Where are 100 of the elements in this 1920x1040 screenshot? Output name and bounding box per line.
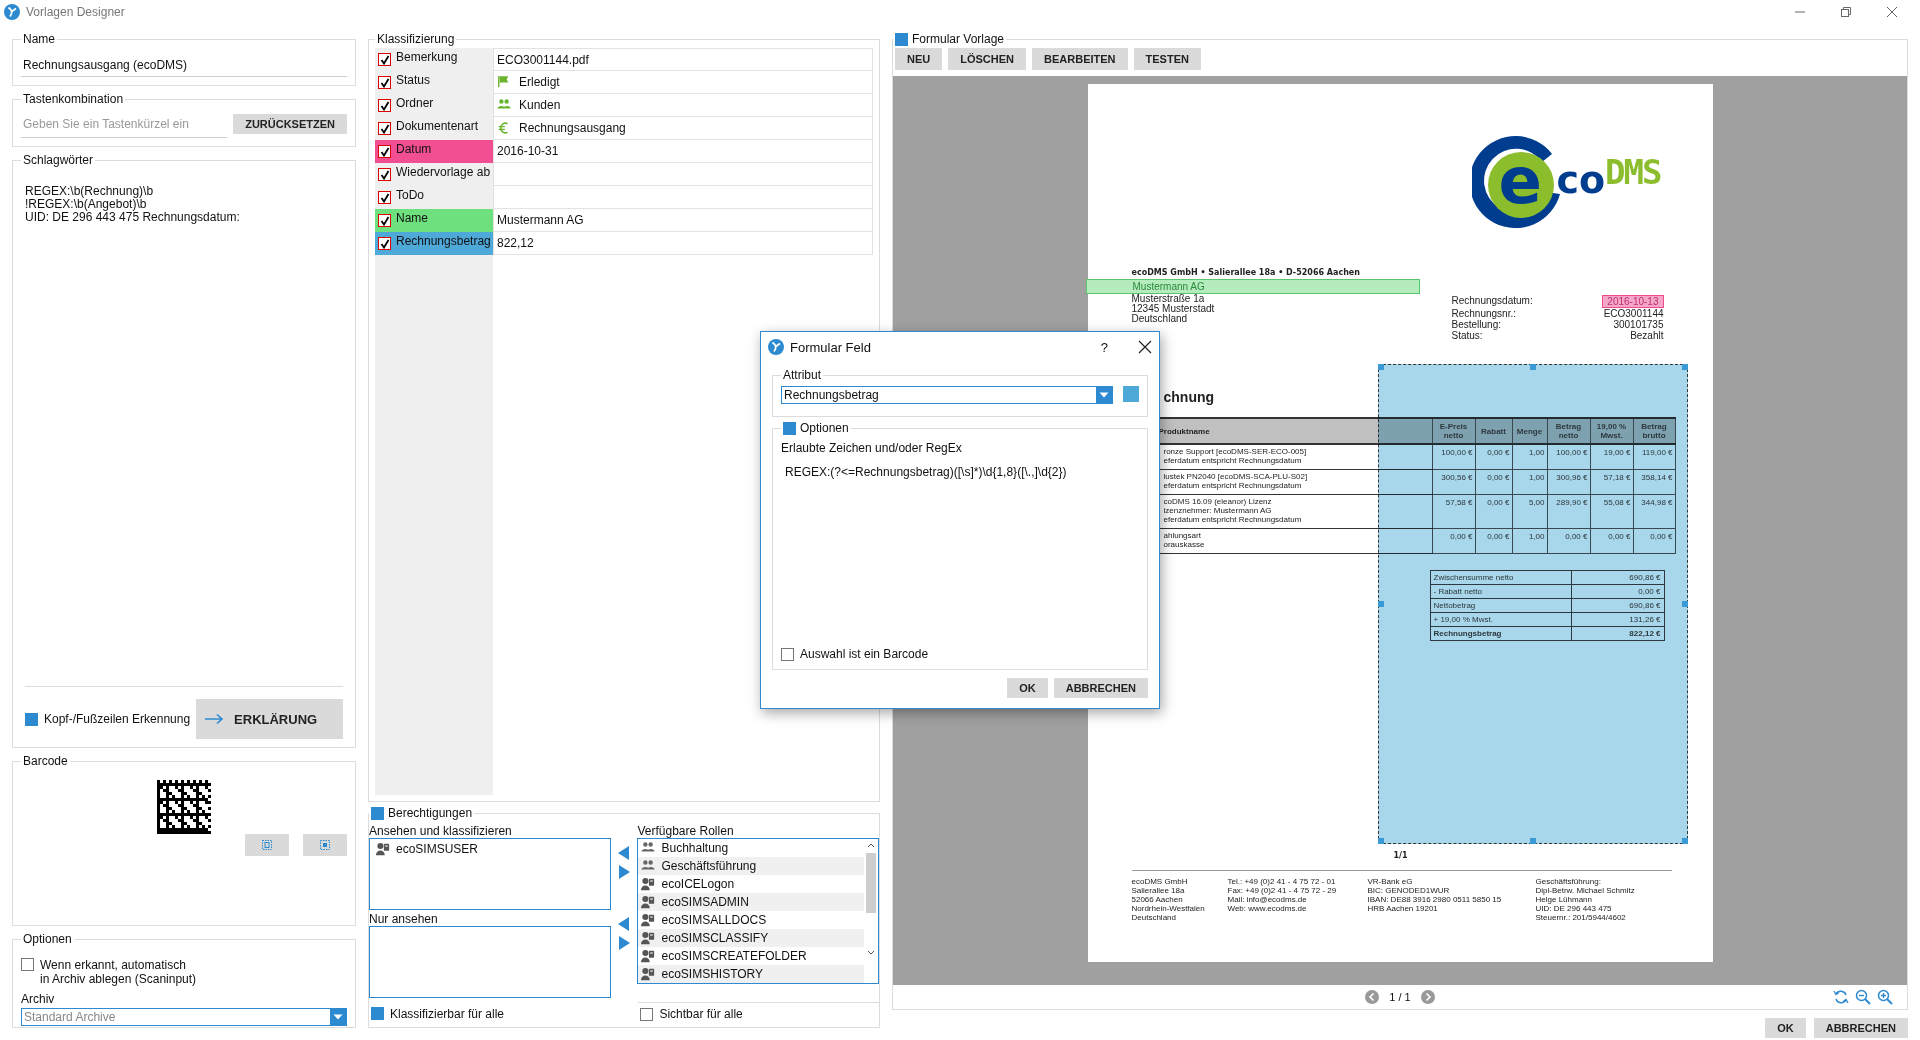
field-value[interactable]: ECO3001144.pdf [497,52,589,67]
checkbox[interactable] [21,958,34,971]
field-value[interactable]: 822,12 [497,236,534,250]
user-badge-icon [376,842,390,856]
copy-button[interactable] [245,834,289,856]
cancel-button[interactable]: ABBRECHEN [1053,678,1148,698]
checkbox[interactable] [371,1007,384,1020]
right-triangle-icon[interactable] [618,936,630,950]
close-icon[interactable] [1138,340,1152,354]
color-swatch[interactable] [1123,386,1139,402]
ok-button[interactable]: OK [1765,1018,1806,1038]
list-item[interactable]: ecoSIMSCLASSIFY [638,929,864,947]
left-triangle-icon[interactable] [618,846,630,860]
explain-button[interactable]: ERKLÄRUNG [196,699,343,739]
attribute-dropdown[interactable]: Rechnungsbetrag [781,386,1113,404]
user-badge-icon [641,877,656,891]
zoom-out-icon[interactable] [1855,989,1871,1005]
page-number: 1/1 [1393,851,1409,860]
field-value[interactable] [493,163,873,186]
list-label: Nur ansehen [369,912,439,926]
user-badge-icon [641,949,656,963]
people-icon [641,859,656,873]
name-field[interactable]: Rechnungsausgang (ecoDMS) [21,50,347,77]
previous-page-icon[interactable] [1365,990,1380,1004]
logo-text: e [1498,146,1542,216]
list-item[interactable]: ecoSIMSUSER [373,840,607,858]
checkbox[interactable] [371,806,384,820]
regex-field[interactable]: REGEX:(?<=Rechnungsbetrag)([\s]*)\d{1,8}([\.,]\d{2}) [781,465,1139,647]
checkbox[interactable] [378,145,391,158]
table-cell-text: orauskasse [1163,540,1206,549]
checkbox[interactable] [640,1007,654,1021]
info-label: Rechnungsdatum: [1451,295,1533,308]
toolbar-button[interactable]: LÖSCHEN [948,48,1026,70]
checkbox[interactable] [378,99,391,112]
list-item[interactable]: ecoSIMSADMIN [638,893,864,911]
list-item[interactable]: Buchhaltung [638,839,864,857]
checkbox[interactable] [378,53,391,66]
checkbox[interactable] [378,237,391,250]
field-label: Erlaubte Zeichen und/oder RegEx [781,441,963,455]
help-button[interactable]: ? [1100,339,1108,355]
checkbox[interactable] [378,76,391,89]
keywords-field[interactable]: REGEX:\b(Rechnung)\b !REGEX:\b(Angebot)\b UID: DE 296 443 475 Rechnungsdatum: [21,171,347,686]
toolbar-button[interactable]: BEARBEITEN [1032,48,1128,70]
cancel-button[interactable]: ABBRECHEN [1813,1018,1908,1038]
checkbox[interactable] [783,421,796,435]
checkbox[interactable] [25,712,38,726]
ok-button[interactable]: OK [1007,678,1048,698]
dialog-title: Formular Feld [790,339,872,355]
role-list[interactable] [369,926,611,998]
field-label: Archiv [21,992,56,1006]
restore-icon[interactable] [1840,6,1852,18]
checkbox-label: Sichtbar für alle [659,1007,743,1021]
checkbox[interactable] [781,647,794,661]
checkbox[interactable] [895,32,908,46]
save-button[interactable] [303,834,347,856]
field-value[interactable]: Mustermann AG [497,213,584,227]
next-page-icon[interactable] [1420,990,1435,1004]
role-list[interactable]: ecoSIMSUSER [369,838,611,910]
table-cell-text: ronze Support [ecoDMS-SER-ECO-005] [1163,447,1308,456]
list-item[interactable]: Geschäftsführung [638,857,864,875]
field-label: Bemerkung [396,49,458,64]
footer-text: Steuernr.: 201/5944/4602 [1535,913,1627,922]
field-label: Dokumentenart [396,118,479,133]
right-triangle-icon[interactable] [618,865,630,879]
archive-dropdown[interactable]: Standard Archive [21,1008,347,1026]
table-cell-text: eferdatum entspricht Rechnungsdatum [1163,481,1303,490]
footer-text: Nordrhein-Westfalen [1131,904,1206,913]
info-label: Status: [1451,330,1483,341]
reset-button[interactable]: ZURÜCKSETZEN [233,114,347,134]
toolbar-button[interactable]: NEU [895,48,943,70]
checkbox[interactable] [378,168,391,181]
field-value[interactable]: Erledigt [519,75,560,89]
checkbox-label: Wenn erkannt, automatisch in Archiv ablegen (Scaninput) [40,958,197,986]
checkbox[interactable] [378,191,391,204]
checkbox[interactable] [378,214,391,227]
footer-text: Web: www.ecodms.de [1227,904,1308,913]
checkbox[interactable] [378,122,391,135]
role-list[interactable]: Buchhaltung Geschäftsführung ecoICELogon ecoSIMSADMIN ecoSIMSALLDOCS ecoSIMSCLASSIFY ecoSIMSCREATEFOLDER ecoSIMSHISTORY [637,838,879,984]
field-value[interactable]: Rechnungsausgang [519,121,626,135]
field-value[interactable] [493,186,873,209]
group-label: Barcode [23,754,68,768]
window-title: Vorlagen Designer [26,5,125,19]
field-value[interactable]: Kunden [519,98,561,112]
list-item[interactable]: ecoSIMSHISTORY [638,965,864,983]
list-item[interactable]: ecoSIMSCREATEFOLDER [638,947,864,965]
info-value: ECO3001144 [1603,308,1664,319]
list-item[interactable]: ecoSIMSALLDOCS [638,911,864,929]
field-value[interactable]: 2016-10-31 [497,144,559,158]
selection-frame[interactable] [1377,364,1688,844]
zoom-reset-icon[interactable] [1833,989,1849,1005]
page-indicator: 1 / 1 [1389,991,1411,1003]
info-value: Bezahlt [1630,330,1664,341]
table-cell-text: ahlungsart [1163,531,1202,540]
left-triangle-icon[interactable] [618,917,630,931]
info-label: Rechnungsnr.: [1451,308,1516,319]
zoom-in-icon[interactable] [1877,989,1893,1005]
footer-text: Helge Lühmann [1535,895,1593,904]
toolbar-button[interactable]: TESTEN [1133,48,1201,70]
list-item[interactable]: ecoICELogon [638,875,864,893]
info-label: Bestellung: [1451,319,1501,330]
